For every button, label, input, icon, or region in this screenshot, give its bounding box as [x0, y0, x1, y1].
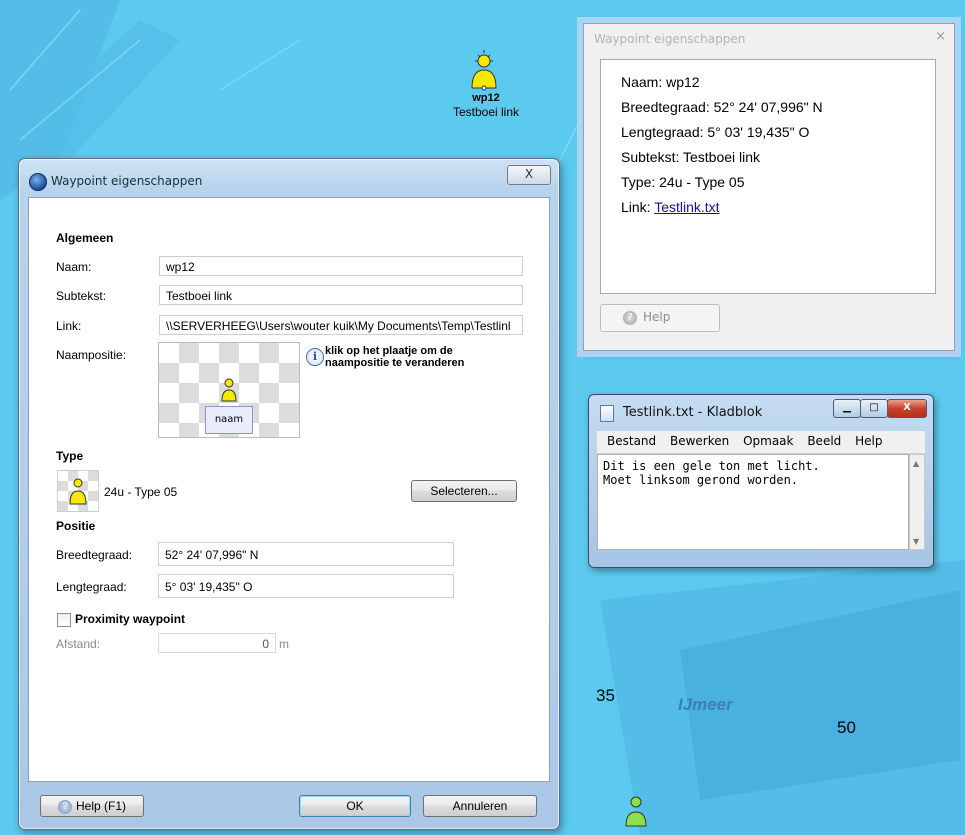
naam-input[interactable]: wp12 [159, 256, 523, 276]
lengtegraad-label: Lengtegraad: [56, 580, 127, 594]
menu-bestand[interactable]: Bestand [607, 434, 656, 448]
globe-icon [29, 173, 47, 191]
section-algemeen: Algemeen [56, 231, 114, 245]
proximity-label: Proximity waypoint [75, 612, 186, 626]
help-icon: ? [57, 799, 72, 814]
info-lengtegraad: Lengtegraad: 5° 03' 19,435" O [621, 124, 810, 140]
notepad-icon [600, 405, 614, 422]
dialog-title: Waypoint eigenschappen [51, 174, 203, 188]
info-link: Link: Testlink.txt [621, 199, 720, 215]
cancel-button[interactable]: Annuleren [423, 795, 537, 817]
waypoint-name-label: wp12 [472, 92, 500, 104]
breedtegraad-input[interactable]: 52° 24' 07,996" N [158, 542, 454, 566]
type-value: 24u - Type 05 [104, 485, 178, 499]
menu-beeld[interactable]: Beeld [807, 434, 841, 448]
lengtegraad-input[interactable]: 5° 03' 19,435" O [158, 574, 454, 598]
scroll-down-icon[interactable]: ▼ [913, 537, 919, 546]
notepad-menubar: Bestand Bewerken Opmaak Beeld Help [597, 431, 925, 454]
link-input[interactable]: \\SERVERHEEG\Users\wouter kuik\My Docume… [159, 315, 523, 335]
naam-label: Naam: [56, 260, 92, 274]
close-icon[interactable]: × [935, 29, 946, 44]
info-type: Type: 24u - Type 05 [621, 174, 745, 190]
naampositie-label: Naampositie: [56, 348, 127, 362]
ok-button[interactable]: OK [299, 795, 411, 817]
info-help-button[interactable]: ? Help [600, 304, 720, 332]
type-preview [57, 470, 99, 512]
info-breedtegraad: Breedtegraad: 52° 24' 07,996" N [621, 99, 823, 115]
info-subtekst: Subtekst: Testboei link [621, 149, 761, 165]
info-icon: i [306, 348, 324, 366]
notepad-window: Testlink.txt - Kladblok ▁ □ X Bestand Be… [588, 394, 934, 568]
dialog-body: Algemeen Naam: wp12 Subtekst: Testboei l… [28, 197, 550, 782]
afstand-input[interactable]: 0 [158, 633, 276, 653]
info-panel: Naam: wp12 Breedtegraad: 52° 24' 07,996"… [600, 59, 936, 294]
vertical-scrollbar[interactable]: ▲ ▼ [909, 454, 925, 550]
link-label: Link: [56, 319, 82, 333]
minimize-button[interactable]: ▁ [833, 399, 861, 418]
notepad-text-area[interactable]: Dit is een gele ton met licht. Moet link… [597, 454, 909, 550]
section-type: Type [56, 449, 84, 463]
menu-help[interactable]: Help [855, 434, 882, 448]
hint-line: naampositie te veranderen [325, 357, 465, 369]
depth-label: 35 [596, 686, 615, 705]
depth-label: 50 [837, 718, 856, 737]
afstand-unit: m [279, 637, 289, 651]
info-naam: Naam: wp12 [621, 74, 700, 90]
menu-bewerken[interactable]: Bewerken [670, 434, 729, 448]
info-window-title: Waypoint eigenschappen [594, 32, 746, 46]
subtekst-label: Subtekst: [56, 289, 107, 303]
notepad-close-button[interactable]: X [887, 399, 927, 418]
notepad-title: Testlink.txt - Kladblok [623, 405, 763, 420]
menu-opmaak[interactable]: Opmaak [743, 434, 793, 448]
name-position-picker[interactable]: naam [158, 342, 300, 438]
buoy-icon [221, 378, 237, 402]
waypoint-properties-dialog: Waypoint eigenschappen X Algemeen Naam: … [18, 158, 560, 830]
hint-line: klik op het plaatje om de [325, 345, 453, 357]
close-button[interactable]: X [507, 165, 551, 185]
waypoint-info-window: Waypoint eigenschappen × Naam: wp12 Bree… [583, 23, 955, 351]
buoy-icon [69, 478, 87, 505]
name-position-box[interactable]: naam [205, 406, 253, 434]
breedtegraad-label: Breedtegraad: [56, 548, 133, 562]
maximize-button[interactable]: □ [860, 399, 888, 418]
afstand-label: Afstand: [56, 637, 101, 651]
waypoint-subtext-label: Testboei link [452, 105, 520, 119]
scroll-up-icon[interactable]: ▲ [913, 459, 919, 468]
help-icon: ? [623, 310, 637, 325]
section-positie: Positie [56, 519, 96, 533]
testlink-link[interactable]: Testlink.txt [654, 199, 719, 215]
water-name-label: IJmeer [678, 695, 733, 714]
select-type-button[interactable]: Selecteren... [411, 480, 517, 502]
proximity-checkbox[interactable] [57, 613, 71, 627]
info-link-label: Link: [621, 199, 655, 215]
subtekst-input[interactable]: Testboei link [159, 285, 523, 305]
help-button[interactable]: ? Help (F1) [40, 795, 144, 817]
